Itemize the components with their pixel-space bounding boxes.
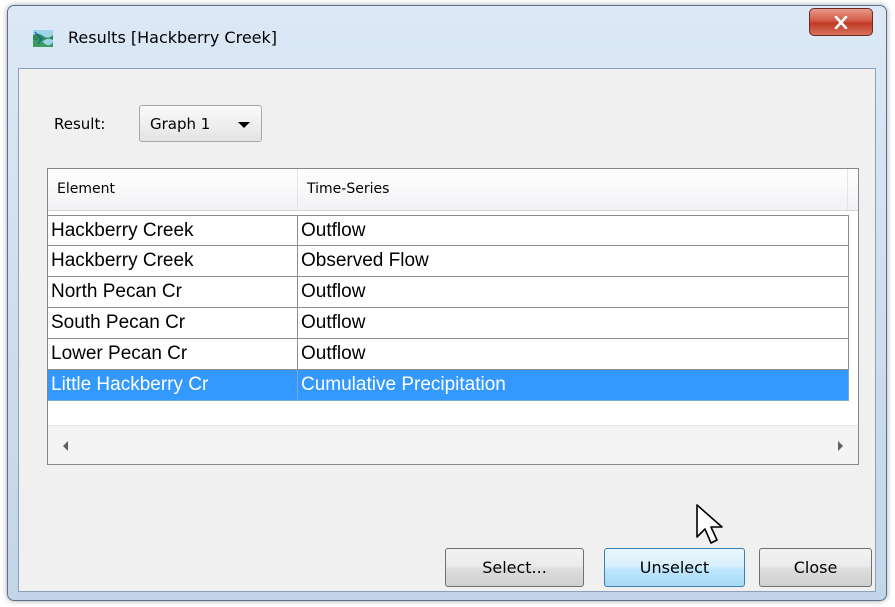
results-table: Element Time-Series Hackberry Creek Outf… [47, 168, 859, 465]
cell-element[interactable]: South Pecan Cr [48, 308, 298, 339]
chevron-down-icon [238, 122, 250, 128]
table-row[interactable]: Lower Pecan Cr Outflow [48, 339, 858, 370]
close-button[interactable]: Close [759, 548, 872, 587]
table-body: Hackberry Creek Outflow Hackberry Creek … [48, 215, 858, 401]
column-header-time-series[interactable]: Time-Series [298, 169, 848, 210]
table-row-selected[interactable]: Little Hackberry Cr Cumulative Precipita… [48, 370, 858, 401]
horizontal-scrollbar[interactable] [48, 425, 858, 464]
title-bar[interactable]: Results [Hackberry Creek] [8, 6, 886, 68]
cell-time-series[interactable]: Cumulative Precipitation [297, 370, 849, 401]
window-title: Results [Hackberry Creek] [68, 28, 278, 47]
scroll-right-icon[interactable] [838, 441, 843, 451]
cell-time-series[interactable]: Outflow [297, 339, 849, 370]
cell-element[interactable]: Hackberry Creek [48, 215, 298, 246]
select-button[interactable]: Select... [445, 548, 584, 587]
cell-element[interactable]: Hackberry Creek [48, 246, 298, 277]
cell-element[interactable]: Lower Pecan Cr [48, 339, 298, 370]
cell-time-series[interactable]: Outflow [297, 308, 849, 339]
results-window: Results [Hackberry Creek] Result: Graph … [7, 5, 887, 601]
cell-element[interactable]: North Pecan Cr [48, 277, 298, 308]
table-row[interactable]: South Pecan Cr Outflow [48, 308, 858, 339]
table-row[interactable]: Hackberry Creek Observed Flow [48, 246, 858, 277]
cell-time-series[interactable]: Outflow [297, 277, 849, 308]
cell-time-series[interactable]: Observed Flow [297, 246, 849, 277]
window-close-button[interactable] [809, 8, 873, 36]
table-header: Element Time-Series [48, 169, 858, 211]
cell-element[interactable]: Little Hackberry Cr [48, 370, 298, 401]
unselect-button[interactable]: Unselect [604, 548, 745, 587]
result-label: Result: [54, 115, 106, 133]
result-dropdown[interactable]: Graph 1 [139, 105, 262, 142]
table-row[interactable]: Hackberry Creek Outflow [48, 215, 858, 246]
close-x-icon [834, 15, 848, 29]
mouse-pointer-icon [696, 504, 723, 544]
cell-time-series[interactable]: Outflow [297, 215, 849, 246]
dialog-client-area: Result: Graph 1 Element Time-Series Hack… [18, 68, 876, 592]
scroll-left-icon[interactable] [63, 441, 68, 451]
table-row[interactable]: North Pecan Cr Outflow [48, 277, 858, 308]
hms-watershed-icon [33, 30, 53, 47]
column-header-element[interactable]: Element [48, 169, 298, 210]
result-dropdown-value: Graph 1 [150, 115, 211, 133]
